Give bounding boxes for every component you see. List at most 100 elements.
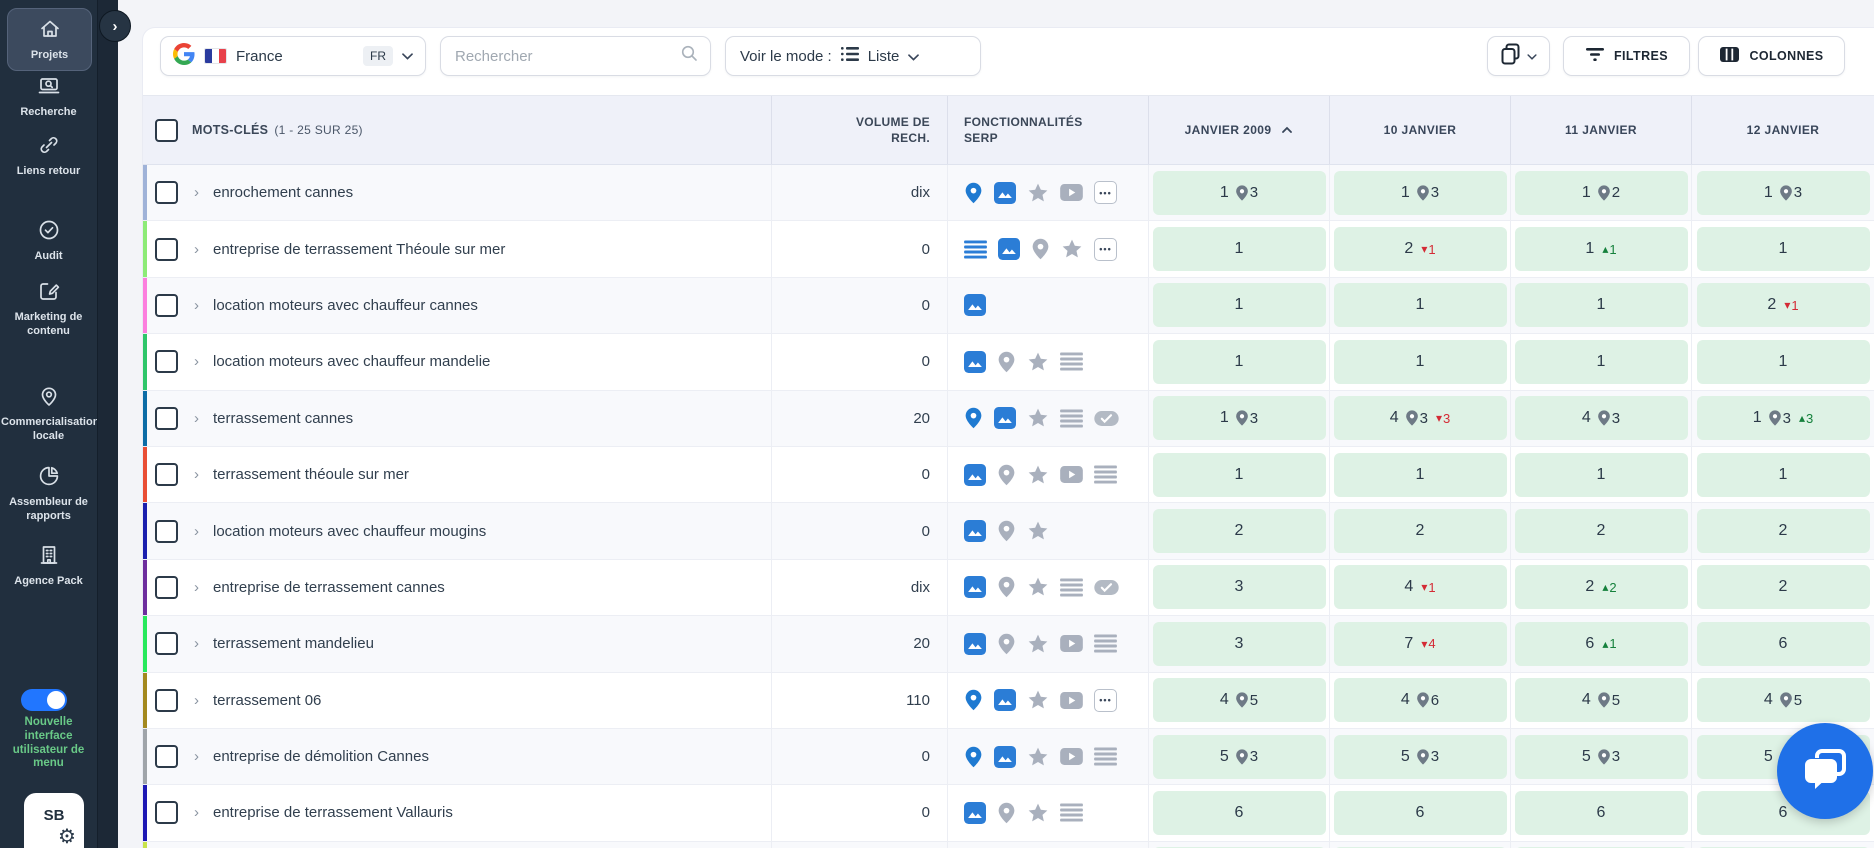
search-engine-selector[interactable]: France FR (160, 36, 426, 76)
columns-button[interactable]: COLONNES (1698, 36, 1845, 76)
keyword-text[interactable]: terrassement théoule sur mer (213, 466, 409, 483)
position-cell[interactable]: 43 (1515, 396, 1688, 440)
position-cell[interactable]: 6 (1515, 791, 1688, 835)
copy-report-button[interactable] (1487, 36, 1550, 76)
position-cell[interactable]: 45 (1515, 678, 1688, 722)
expand-chevron-icon[interactable]: › (194, 184, 199, 201)
keyword-text[interactable]: location moteurs avec chauffeur cannes (213, 297, 478, 314)
sidebar-item-marketing-contenu[interactable]: Marketing de contenu (0, 279, 97, 339)
keyword-text[interactable]: terrassement 06 (213, 692, 321, 709)
keyword-text[interactable]: entreprise de terrassement cannes (213, 579, 445, 596)
expand-chevron-icon[interactable]: › (194, 353, 199, 370)
position-cell[interactable]: 2 (1515, 509, 1688, 553)
keyword-text[interactable]: entreprise de terrassement Vallauris (213, 804, 453, 821)
row-checkbox[interactable] (155, 238, 178, 261)
position-cell[interactable]: 53 (1334, 735, 1507, 779)
position-cell[interactable]: 1 (1153, 453, 1326, 497)
new-ui-toggle[interactable] (21, 689, 67, 711)
keyword-search-field[interactable] (440, 36, 711, 76)
date-column-header[interactable]: 12 JANVIER (1691, 96, 1874, 164)
position-cell[interactable]: 45 (1153, 678, 1326, 722)
expand-chevron-icon[interactable]: › (194, 804, 199, 821)
expand-chevron-icon[interactable]: › (194, 579, 199, 596)
position-cell[interactable]: 2 (1153, 509, 1326, 553)
row-checkbox[interactable] (155, 801, 178, 824)
row-checkbox[interactable] (155, 463, 178, 486)
position-cell[interactable]: 53 (1515, 735, 1688, 779)
keyword-text[interactable]: terrassement mandelieu (213, 635, 374, 652)
position-cell[interactable]: 13 (1334, 171, 1507, 215)
row-checkbox[interactable] (155, 181, 178, 204)
position-cell[interactable]: 2▾1 (1697, 283, 1870, 327)
expand-chevron-icon[interactable]: › (194, 241, 199, 258)
date-column-header[interactable]: 10 JANVIER (1329, 96, 1510, 164)
position-cell[interactable]: 1 (1334, 283, 1507, 327)
row-checkbox[interactable] (155, 407, 178, 430)
expand-chevron-icon[interactable]: › (194, 297, 199, 314)
search-input[interactable] (453, 47, 681, 66)
keyword-text[interactable]: location moteurs avec chauffeur mougins (213, 523, 486, 540)
position-cell[interactable]: 1 (1697, 227, 1870, 271)
position-cell[interactable]: 1 (1697, 340, 1870, 384)
position-cell[interactable]: 7▾4 (1334, 622, 1507, 666)
position-cell[interactable]: 1 (1515, 283, 1688, 327)
position-cell[interactable]: 1 (1697, 453, 1870, 497)
position-cell[interactable]: 6▴1 (1515, 622, 1688, 666)
expand-chevron-icon[interactable]: › (194, 523, 199, 540)
position-cell[interactable]: 1 (1153, 227, 1326, 271)
position-cell[interactable]: 1 (1515, 340, 1688, 384)
position-cell[interactable]: 13 (1153, 171, 1326, 215)
position-cell[interactable]: 1▴1 (1515, 227, 1688, 271)
row-checkbox[interactable] (155, 294, 178, 317)
position-cell[interactable]: 43▾3 (1334, 396, 1507, 440)
position-cell[interactable]: 53 (1153, 735, 1326, 779)
position-cell[interactable]: 2 (1697, 509, 1870, 553)
sidebar-item-audit[interactable]: Audit (0, 218, 97, 264)
row-checkbox[interactable] (155, 350, 178, 373)
position-cell[interactable]: 6 (1334, 791, 1507, 835)
position-cell[interactable]: 1 (1515, 453, 1688, 497)
position-cell[interactable]: 1 (1334, 453, 1507, 497)
keyword-text[interactable]: enrochement cannes (213, 184, 353, 201)
filters-button[interactable]: FILTRES (1563, 36, 1690, 76)
date-column-header[interactable]: JANVIER 2009 (1148, 96, 1329, 164)
expand-chevron-icon[interactable]: › (194, 692, 199, 709)
position-cell[interactable]: 2 (1697, 565, 1870, 609)
position-cell[interactable]: 1 (1153, 283, 1326, 327)
keyword-text[interactable]: entreprise de démolition Cannes (213, 748, 429, 765)
position-cell[interactable]: 6 (1697, 622, 1870, 666)
row-checkbox[interactable] (155, 689, 178, 712)
sidebar-item-projets[interactable]: Projets (7, 8, 92, 71)
sidebar-item-recherche[interactable]: Recherche (0, 74, 97, 120)
expand-chevron-icon[interactable]: › (194, 466, 199, 483)
position-cell[interactable]: 2 (1334, 509, 1507, 553)
position-cell[interactable]: 1 (1334, 340, 1507, 384)
position-cell[interactable]: 4▾1 (1334, 565, 1507, 609)
keyword-text[interactable]: location moteurs avec chauffeur mandelie (213, 353, 490, 370)
view-mode-selector[interactable]: Voir le mode : Liste (725, 36, 981, 76)
sidebar-item-liens-retour[interactable]: Liens retour (0, 133, 97, 179)
sidebar-item-assembleur-rapports[interactable]: Assembleur de rapports (0, 464, 97, 524)
position-cell[interactable]: 13 (1697, 171, 1870, 215)
position-cell[interactable]: 6 (1153, 791, 1326, 835)
position-cell[interactable]: 3 (1153, 622, 1326, 666)
position-cell[interactable]: 45 (1697, 678, 1870, 722)
sidebar-expand-button[interactable]: › (99, 10, 131, 42)
row-checkbox[interactable] (155, 520, 178, 543)
position-cell[interactable]: 46 (1334, 678, 1507, 722)
row-checkbox[interactable] (155, 576, 178, 599)
row-checkbox[interactable] (155, 632, 178, 655)
position-cell[interactable]: 13 (1153, 396, 1326, 440)
expand-chevron-icon[interactable]: › (194, 748, 199, 765)
position-cell[interactable]: 1 (1153, 340, 1326, 384)
position-cell[interactable]: 2▴2 (1515, 565, 1688, 609)
date-column-header[interactable]: 11 JANVIER (1510, 96, 1691, 164)
select-all-checkbox[interactable] (155, 119, 178, 142)
chat-widget-button[interactable] (1777, 723, 1873, 819)
keyword-text[interactable]: entreprise de terrassement Théoule sur m… (213, 241, 505, 258)
position-cell[interactable]: 12 (1515, 171, 1688, 215)
position-cell[interactable]: 3 (1153, 565, 1326, 609)
sidebar-item-agence-pack[interactable]: Agence Pack (0, 543, 97, 589)
expand-chevron-icon[interactable]: › (194, 635, 199, 652)
settings-gear-icon[interactable]: ⚙ (58, 824, 76, 848)
